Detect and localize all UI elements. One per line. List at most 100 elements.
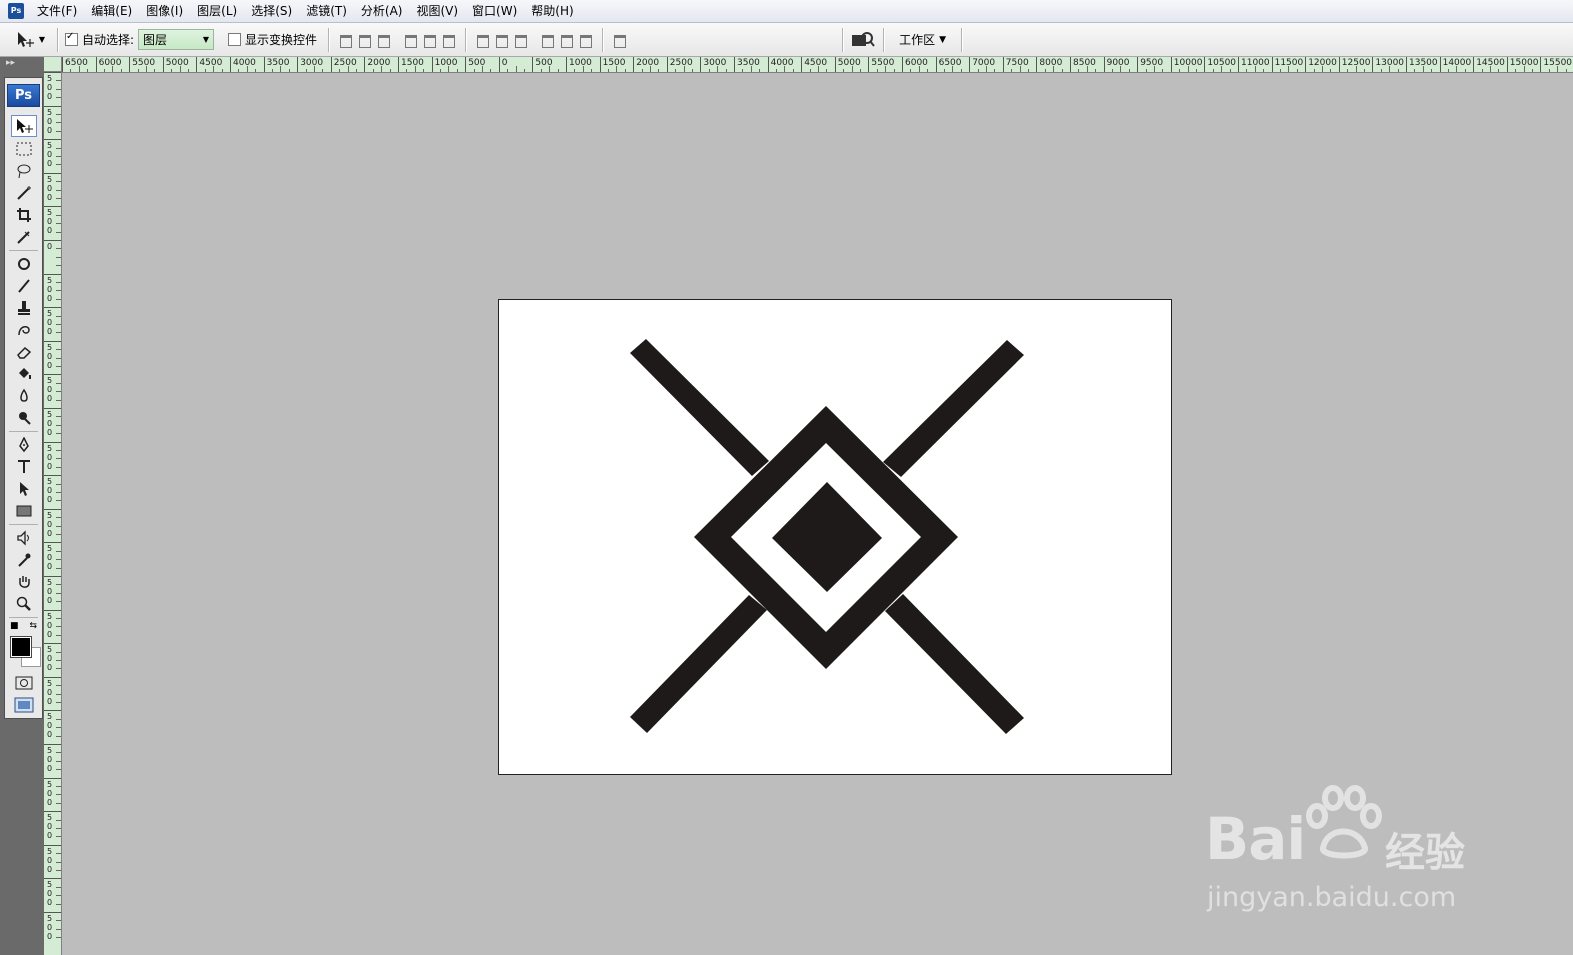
menu-layer[interactable]: 图层(L): [190, 0, 244, 22]
horizontal-ruler[interactable]: 6500 6000 5500 5000 4500 4000 3500 3000 2500 2000…: [62, 57, 1573, 73]
brush-tool-icon[interactable]: [12, 276, 36, 296]
ruler-tick-label: 500: [44, 139, 61, 168]
ruler-minor-tick: [1061, 69, 1063, 72]
align-horizontal-center-icon[interactable]: [422, 32, 437, 48]
align-bottom-icon[interactable]: [376, 32, 391, 48]
ruler-minor-tick: [56, 584, 61, 586]
menu-analysis[interactable]: 分析(A): [354, 0, 410, 22]
eraser-tool-icon[interactable]: [12, 342, 36, 362]
ruler-minor-tick: [1044, 69, 1046, 72]
ruler-tick-label: 500: [44, 609, 61, 639]
pen-tool-icon[interactable]: [12, 435, 36, 455]
foreground-color-swatch[interactable]: [9, 636, 32, 658]
default-colors-icon[interactable]: ■: [10, 621, 19, 631]
ruler-minor-tick: [524, 69, 525, 72]
dodge-tool-icon[interactable]: [12, 408, 36, 428]
quick-mask-icon[interactable]: [12, 673, 36, 693]
auto-select-checkbox[interactable]: [65, 31, 78, 46]
menu-filter[interactable]: 滤镜(T): [299, 0, 354, 22]
ruler-tick-label: 5000: [162, 57, 189, 72]
clone-stamp-tool-icon[interactable]: [12, 298, 36, 318]
align-right-icon[interactable]: [441, 32, 456, 48]
photoshop-app-icon[interactable]: Ps: [8, 3, 24, 19]
workspace-menu[interactable]: 工作区 ▼: [891, 31, 954, 48]
ruler-minor-tick: [56, 870, 61, 871]
distribute-left-icon[interactable]: [540, 32, 555, 48]
ruler-minor-tick: [56, 685, 61, 687]
ruler-minor-tick: [347, 66, 349, 72]
align-vertical-center-icon[interactable]: [357, 32, 372, 48]
blur-tool-icon[interactable]: [12, 386, 36, 406]
ruler-minor-tick: [56, 786, 61, 787]
ruler-tick-label: 4500: [196, 57, 222, 72]
menu-help[interactable]: 帮助(H): [524, 0, 580, 22]
distribute-vertical-center-icon[interactable]: [494, 32, 509, 48]
ruler-minor-tick: [616, 66, 618, 72]
toolbox-collapse-icon[interactable]: ▸▸: [0, 57, 44, 69]
ruler-minor-tick: [1246, 69, 1248, 72]
chevron-down-icon: ▼: [202, 35, 210, 44]
tool-preset-picker[interactable]: ▼: [10, 26, 50, 54]
menu-select[interactable]: 选择(S): [244, 0, 299, 22]
move-tool-icon[interactable]: [10, 115, 37, 137]
tool-panel: Ps ■ ⇆: [4, 77, 43, 719]
ruler-minor-tick: [658, 69, 660, 72]
ruler-tick-label: 500: [44, 676, 61, 706]
eyedropper-tool-icon[interactable]: [12, 550, 36, 570]
ruler-minor-tick: [56, 802, 61, 804]
distribute-bottom-icon[interactable]: [513, 32, 528, 48]
document-canvas[interactable]: [498, 299, 1172, 775]
ruler-tick-label: 4500: [801, 57, 827, 72]
ruler-minor-tick: [557, 69, 559, 72]
ruler-minor-tick: [406, 69, 408, 72]
bridge-icon[interactable]: [850, 30, 876, 50]
ruler-minor-tick: [56, 416, 61, 418]
artwork-diagonal-bar-lower-right: [885, 594, 1024, 734]
ruler-tick-label: 10500: [1204, 57, 1236, 72]
menu-file[interactable]: 文件(F): [30, 0, 84, 22]
auto-align-layers-icon[interactable]: [612, 32, 627, 48]
ruler-origin[interactable]: [44, 57, 62, 72]
healing-brush-tool-icon[interactable]: [12, 254, 36, 274]
ruler-tick-label: 12500: [1338, 57, 1370, 72]
distribute-horizontal-center-icon[interactable]: [559, 32, 574, 48]
shape-tool-icon[interactable]: [12, 501, 36, 521]
swap-colors-icon[interactable]: ⇆: [29, 621, 37, 631]
ruler-minor-tick: [1557, 66, 1559, 72]
distribute-right-icon[interactable]: [578, 32, 593, 48]
paint-bucket-tool-icon[interactable]: [12, 364, 36, 384]
lasso-tool-icon[interactable]: [12, 161, 36, 181]
ruler-minor-tick: [1448, 69, 1449, 72]
ruler-minor-tick: [372, 69, 374, 72]
magic-wand-tool-icon[interactable]: [12, 183, 36, 203]
slice-tool-icon[interactable]: [12, 227, 36, 247]
vertical-ruler[interactable]: 500 500 500 500 500 0 500 500 500 500 500 500 500 500…: [44, 72, 62, 955]
auto-select-target-dropdown[interactable]: 图层 ▼: [138, 29, 215, 50]
type-tool-icon[interactable]: [12, 457, 36, 477]
hand-tool-icon[interactable]: [12, 572, 36, 592]
menu-window[interactable]: 窗口(W): [465, 0, 524, 22]
menu-view[interactable]: 视图(V): [409, 0, 465, 22]
distribute-top-icon[interactable]: [475, 32, 490, 48]
menu-edit[interactable]: 编辑(E): [84, 0, 139, 22]
ruler-minor-tick: [56, 256, 61, 258]
screen-mode-icon[interactable]: [12, 695, 36, 715]
separator: [9, 431, 38, 432]
ruler-minor-tick: [885, 66, 887, 72]
ruler-minor-tick: [440, 69, 441, 72]
path-selection-tool-icon[interactable]: [12, 479, 36, 499]
ruler-minor-tick: [843, 69, 845, 72]
notes-tool-icon[interactable]: [12, 528, 36, 548]
menu-image[interactable]: 图像(I): [139, 0, 190, 22]
history-brush-tool-icon[interactable]: [12, 320, 36, 340]
zoom-tool-icon[interactable]: [12, 594, 36, 614]
show-transform-controls-label: 显示变换控件: [245, 33, 318, 47]
ruler-minor-tick: [1112, 69, 1113, 72]
show-transform-controls-checkbox[interactable]: [228, 33, 242, 46]
crop-tool-icon[interactable]: [12, 205, 36, 225]
align-top-icon[interactable]: [338, 32, 353, 48]
marquee-tool-icon[interactable]: [12, 139, 36, 159]
ruler-tick-text: 3500: [266, 58, 290, 68]
ruler-minor-tick: [56, 836, 61, 838]
align-left-icon[interactable]: [403, 32, 418, 48]
